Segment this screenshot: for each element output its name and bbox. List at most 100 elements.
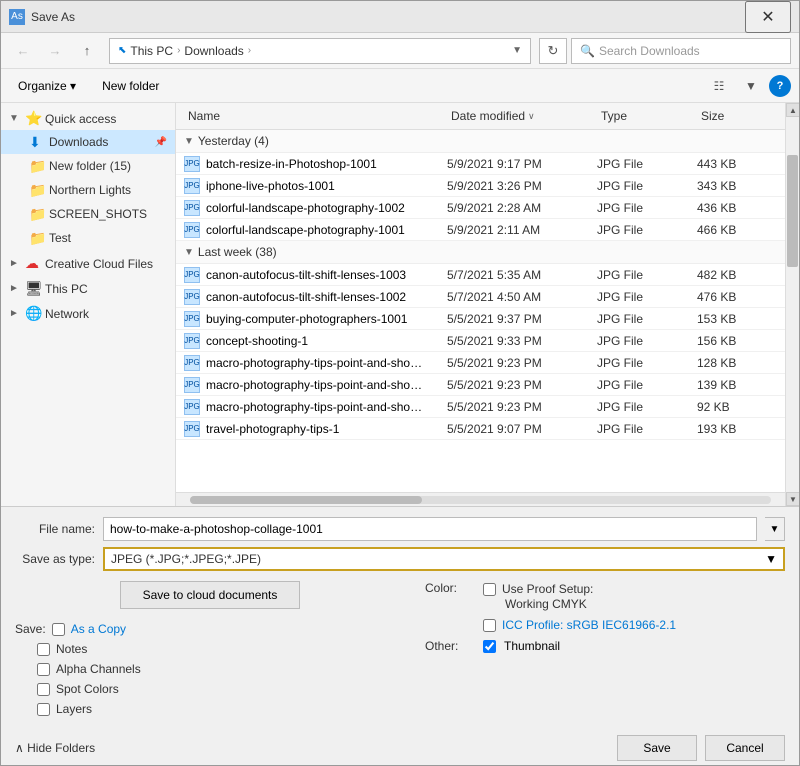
network-label: Network [45, 307, 167, 321]
spot-colors-checkbox[interactable] [37, 683, 50, 696]
back-button[interactable]: ← [9, 39, 37, 63]
save-type-select[interactable]: JPEG (*.JPG;*.JPEG;*.JPE) ▼ [103, 547, 785, 571]
view-dropdown[interactable]: ▼ [737, 74, 765, 98]
table-row[interactable]: JPG batch-resize-in-Photoshop-1001 5/9/2… [176, 153, 785, 175]
network-toggle: ► [9, 308, 21, 319]
bottom-panel: File name: ▼ Save as type: JPEG (*.JPG;*… [1, 506, 799, 727]
file-type: JPG File [597, 356, 697, 370]
file-name-cell: JPG canon-autofocus-tilt-shift-lenses-10… [184, 267, 447, 283]
main-area: ▼ ⭐ Quick access ⬇ Downloads 📌 📁 New fol… [1, 103, 799, 506]
sidebar-item-northern-lights[interactable]: 📁 Northern Lights [1, 178, 175, 202]
file-date: 5/9/2021 2:28 AM [447, 201, 597, 215]
forward-button[interactable]: → [41, 39, 69, 63]
table-row[interactable]: JPG colorful-landscape-photography-1002 … [176, 197, 785, 219]
file-icon: JPG [184, 178, 200, 194]
file-icon: JPG [184, 267, 200, 283]
other-label: Other: [425, 639, 475, 653]
icc-profile-checkbox[interactable] [483, 619, 496, 632]
view-button[interactable]: ☷ [705, 74, 733, 98]
network-icon: 🌐 [25, 305, 41, 322]
sidebar-item-new-folder[interactable]: 📁 New folder (15) [1, 154, 175, 178]
search-bar[interactable]: 🔍 Search Downloads [571, 38, 791, 64]
vertical-scrollbar[interactable]: ▲ ▼ [785, 103, 799, 506]
save-button[interactable]: Save [617, 735, 697, 761]
file-icon: JPG [184, 311, 200, 327]
file-name-text: macro-photography-tips-point-and-sho… [206, 356, 422, 370]
table-row[interactable]: JPG buying-computer-photographers-1001 5… [176, 308, 785, 330]
address-part-2: Downloads [184, 44, 243, 58]
table-row[interactable]: JPG macro-photography-tips-point-and-sho… [176, 396, 785, 418]
scrollbar-h-thumb [190, 496, 422, 504]
layers-row: Layers [15, 701, 405, 717]
file-type: JPG File [597, 422, 697, 436]
group-last-week[interactable]: ▼ Last week (38) [176, 241, 785, 264]
sidebar-item-screen-shots[interactable]: 📁 SCREEN_SHOTS [1, 202, 175, 226]
new-folder-button[interactable]: New folder [93, 74, 168, 98]
hide-folders-button[interactable]: ∧ Hide Folders [15, 741, 95, 755]
col-name[interactable]: Name [184, 107, 447, 125]
scrollbar-down-button[interactable]: ▼ [786, 492, 799, 506]
icc-row: ICC Profile: sRGB IEC61966-2.1 [425, 617, 785, 633]
alpha-channels-checkbox[interactable] [37, 663, 50, 676]
cancel-button[interactable]: Cancel [705, 735, 785, 761]
downloads-label: Downloads [49, 135, 149, 149]
file-icon: JPG [184, 421, 200, 437]
icc-content: ICC Profile: sRGB IEC61966-2.1 [483, 617, 785, 633]
help-button[interactable]: ? [769, 75, 791, 97]
table-row[interactable]: JPG iphone-live-photos-1001 5/9/2021 3:2… [176, 175, 785, 197]
table-row[interactable]: JPG canon-autofocus-tilt-shift-lenses-10… [176, 286, 785, 308]
working-cmyk: Working CMYK [483, 597, 785, 611]
creative-cloud-label: Creative Cloud Files [45, 257, 167, 271]
table-row[interactable]: JPG colorful-landscape-photography-1001 … [176, 219, 785, 241]
search-icon: 🔍 [580, 44, 595, 58]
layers-checkbox[interactable] [37, 703, 50, 716]
icc-profile-label[interactable]: ICC Profile: sRGB IEC61966-2.1 [502, 618, 676, 632]
horizontal-scrollbar[interactable] [176, 492, 785, 506]
save-cloud-button[interactable]: Save to cloud documents [120, 581, 300, 609]
file-type: JPG File [597, 179, 697, 193]
this-pc-header[interactable]: ► 🖥 This PC [1, 277, 175, 300]
sidebar-item-downloads[interactable]: ⬇ Downloads 📌 [1, 130, 175, 154]
scrollbar-up-button[interactable]: ▲ [786, 103, 799, 117]
group-yesterday[interactable]: ▼ Yesterday (4) [176, 130, 785, 153]
file-size: 156 KB [697, 334, 777, 348]
sidebar-item-test[interactable]: 📁 Test [1, 226, 175, 250]
table-row[interactable]: JPG concept-shooting-1 5/5/2021 9:33 PM … [176, 330, 785, 352]
file-date: 5/5/2021 9:07 PM [447, 422, 597, 436]
file-size: 193 KB [697, 422, 777, 436]
file-type: JPG File [597, 290, 697, 304]
network-header[interactable]: ► 🌐 Network [1, 302, 175, 325]
toolbar-right: ☷ ▼ ? [705, 74, 791, 98]
file-date: 5/9/2021 9:17 PM [447, 157, 597, 171]
col-size[interactable]: Size [697, 107, 777, 125]
creative-cloud-header[interactable]: ► ☁ Creative Cloud Files [1, 252, 175, 275]
address-dropdown[interactable]: ▼ [512, 45, 522, 56]
file-size: 153 KB [697, 312, 777, 326]
col-date[interactable]: Date modified ∨ [447, 107, 597, 125]
col-type[interactable]: Type [597, 107, 697, 125]
file-name-dropdown[interactable]: ▼ [765, 517, 785, 541]
refresh-button[interactable]: ↻ [539, 38, 567, 64]
use-proof-setup-checkbox[interactable] [483, 583, 496, 596]
address-bar: ⬉ This PC › Downloads › ▼ [109, 38, 531, 64]
up-button[interactable]: ↑ [73, 39, 101, 63]
as-a-copy-checkbox[interactable] [52, 623, 65, 636]
table-row[interactable]: JPG travel-photography-tips-1 5/5/2021 9… [176, 418, 785, 440]
table-row[interactable]: JPG canon-autofocus-tilt-shift-lenses-10… [176, 264, 785, 286]
table-row[interactable]: JPG macro-photography-tips-point-and-sho… [176, 352, 785, 374]
close-button[interactable]: ✕ [745, 1, 791, 33]
save-type-row: Save as type: JPEG (*.JPG;*.JPEG;*.JPE) … [15, 547, 785, 571]
notes-checkbox[interactable] [37, 643, 50, 656]
sort-indicator: ∨ [528, 111, 535, 122]
quick-access-header[interactable]: ▼ ⭐ Quick access [1, 107, 175, 130]
organize-button[interactable]: Organize ▾ [9, 74, 85, 98]
file-name-text: canon-autofocus-tilt-shift-lenses-1003 [206, 268, 406, 282]
other-content: Thumbnail [483, 639, 560, 653]
file-name-input[interactable] [103, 517, 757, 541]
file-date: 5/5/2021 9:23 PM [447, 378, 597, 392]
file-icon: JPG [184, 355, 200, 371]
thumbnail-checkbox[interactable] [483, 640, 496, 653]
table-row[interactable]: JPG macro-photography-tips-point-and-sho… [176, 374, 785, 396]
address-icon: ⬉ [118, 45, 126, 56]
quick-access-label: Quick access [45, 112, 167, 126]
